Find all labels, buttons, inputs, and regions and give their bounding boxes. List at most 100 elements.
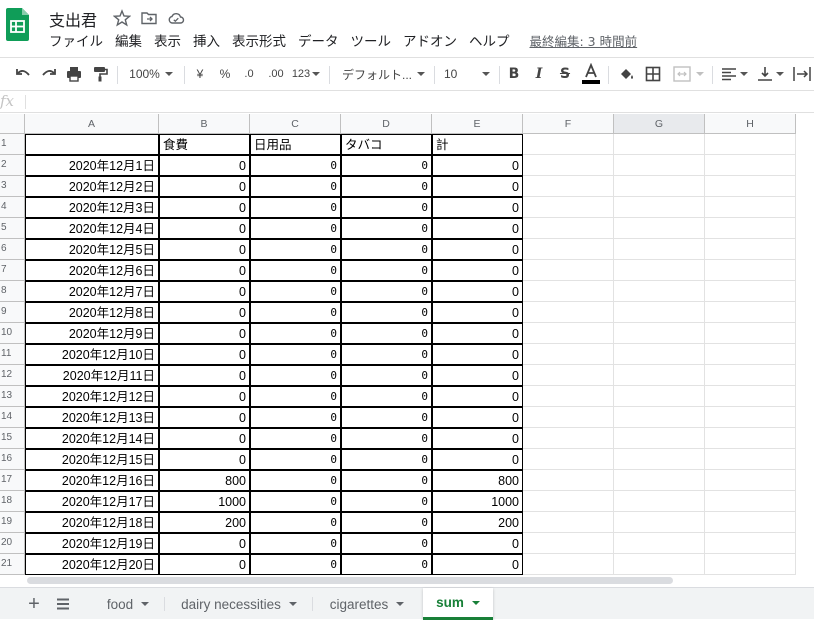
cell-c18[interactable]: 0 bbox=[250, 491, 341, 512]
percent-format-button[interactable]: % bbox=[217, 58, 233, 90]
cell-h21[interactable] bbox=[705, 554, 796, 575]
sheet-tab-dairy-necessities[interactable]: dairy necessities bbox=[166, 588, 312, 620]
cell-g15[interactable] bbox=[614, 428, 705, 449]
cell-h12[interactable] bbox=[705, 365, 796, 386]
cell-f20[interactable] bbox=[523, 533, 614, 554]
cell-h19[interactable] bbox=[705, 512, 796, 533]
decrease-decimal-button[interactable]: .0 bbox=[239, 58, 259, 90]
column-header-e[interactable]: E bbox=[432, 114, 523, 134]
increase-decimal-button[interactable]: .00 bbox=[264, 58, 288, 90]
cell-f14[interactable] bbox=[523, 407, 614, 428]
row-header[interactable]: 3 bbox=[0, 176, 25, 197]
row-header[interactable]: 4 bbox=[0, 197, 25, 218]
menu-edit[interactable]: 編集 bbox=[115, 31, 142, 53]
cell-a7[interactable]: 2020年12月6日 bbox=[25, 260, 159, 281]
cell-a1[interactable] bbox=[25, 134, 159, 155]
cell-d2[interactable]: 0 bbox=[341, 155, 432, 176]
cell-f3[interactable] bbox=[523, 176, 614, 197]
cell-d10[interactable]: 0 bbox=[341, 323, 432, 344]
cell-d13[interactable]: 0 bbox=[341, 386, 432, 407]
all-sheets-button[interactable] bbox=[52, 588, 74, 620]
text-color-button[interactable] bbox=[581, 58, 601, 90]
sheet-tab-food[interactable]: food bbox=[92, 588, 164, 620]
cell-h5[interactable] bbox=[705, 218, 796, 239]
row-header[interactable]: 15 bbox=[0, 428, 25, 449]
cell-g10[interactable] bbox=[614, 323, 705, 344]
document-title[interactable]: 支出君 bbox=[49, 7, 97, 31]
menu-help[interactable]: ヘルプ bbox=[469, 31, 510, 53]
row-header[interactable]: 2 bbox=[0, 155, 25, 176]
undo-button[interactable] bbox=[12, 58, 34, 90]
cell-h11[interactable] bbox=[705, 344, 796, 365]
cell-f17[interactable] bbox=[523, 470, 614, 491]
cell-f19[interactable] bbox=[523, 512, 614, 533]
last-edit-link[interactable]: 最終編集: 3 時間前 bbox=[530, 31, 638, 53]
row-header[interactable]: 21 bbox=[0, 554, 25, 575]
cell-g21[interactable] bbox=[614, 554, 705, 575]
cell-d12[interactable]: 0 bbox=[341, 365, 432, 386]
cell-a13[interactable]: 2020年12月12日 bbox=[25, 386, 159, 407]
cell-d15[interactable]: 0 bbox=[341, 428, 432, 449]
horizontal-align-button[interactable] bbox=[719, 58, 749, 90]
cell-g17[interactable] bbox=[614, 470, 705, 491]
cell-a8[interactable]: 2020年12月7日 bbox=[25, 281, 159, 302]
cell-h17[interactable] bbox=[705, 470, 796, 491]
cell-c3[interactable]: 0 bbox=[250, 176, 341, 197]
cell-a15[interactable]: 2020年12月14日 bbox=[25, 428, 159, 449]
cell-g20[interactable] bbox=[614, 533, 705, 554]
cell-d19[interactable]: 0 bbox=[341, 512, 432, 533]
cell-h1[interactable] bbox=[705, 134, 796, 155]
cell-d8[interactable]: 0 bbox=[341, 281, 432, 302]
cell-d20[interactable]: 0 bbox=[341, 533, 432, 554]
cell-g14[interactable] bbox=[614, 407, 705, 428]
cell-e21[interactable]: 0 bbox=[432, 554, 523, 575]
cell-d21[interactable]: 0 bbox=[341, 554, 432, 575]
row-header[interactable]: 20 bbox=[0, 533, 25, 554]
cell-b12[interactable]: 0 bbox=[159, 365, 250, 386]
vertical-align-button[interactable] bbox=[755, 58, 785, 90]
cell-d4[interactable]: 0 bbox=[341, 197, 432, 218]
row-header[interactable]: 11 bbox=[0, 344, 25, 365]
text-wrap-button[interactable] bbox=[790, 58, 814, 90]
cell-g16[interactable] bbox=[614, 449, 705, 470]
column-header-c[interactable]: C bbox=[250, 114, 341, 134]
font-family-select[interactable]: デフォルト... bbox=[338, 58, 428, 90]
row-header[interactable]: 5 bbox=[0, 218, 25, 239]
cell-h6[interactable] bbox=[705, 239, 796, 260]
cell-c10[interactable]: 0 bbox=[250, 323, 341, 344]
cell-e5[interactable]: 0 bbox=[432, 218, 523, 239]
cell-a21[interactable]: 2020年12月20日 bbox=[25, 554, 159, 575]
cell-h9[interactable] bbox=[705, 302, 796, 323]
row-header[interactable]: 10 bbox=[0, 323, 25, 344]
cell-f10[interactable] bbox=[523, 323, 614, 344]
row-header[interactable]: 9 bbox=[0, 302, 25, 323]
cell-c9[interactable]: 0 bbox=[250, 302, 341, 323]
cell-c4[interactable]: 0 bbox=[250, 197, 341, 218]
star-icon[interactable] bbox=[113, 9, 131, 27]
cell-b11[interactable]: 0 bbox=[159, 344, 250, 365]
cell-e8[interactable]: 0 bbox=[432, 281, 523, 302]
cell-g9[interactable] bbox=[614, 302, 705, 323]
cell-d5[interactable]: 0 bbox=[341, 218, 432, 239]
cell-d16[interactable]: 0 bbox=[341, 449, 432, 470]
cell-e6[interactable]: 0 bbox=[432, 239, 523, 260]
cell-c16[interactable]: 0 bbox=[250, 449, 341, 470]
cell-c8[interactable]: 0 bbox=[250, 281, 341, 302]
cell-e15[interactable]: 0 bbox=[432, 428, 523, 449]
row-header[interactable]: 14 bbox=[0, 407, 25, 428]
cell-h14[interactable] bbox=[705, 407, 796, 428]
cell-g5[interactable] bbox=[614, 218, 705, 239]
menu-format[interactable]: 表示形式 bbox=[232, 31, 286, 53]
merge-cells-button[interactable] bbox=[670, 58, 706, 90]
cell-b9[interactable]: 0 bbox=[159, 302, 250, 323]
cell-b10[interactable]: 0 bbox=[159, 323, 250, 344]
cell-h20[interactable] bbox=[705, 533, 796, 554]
cell-d3[interactable]: 0 bbox=[341, 176, 432, 197]
cell-a6[interactable]: 2020年12月5日 bbox=[25, 239, 159, 260]
cell-e12[interactable]: 0 bbox=[432, 365, 523, 386]
cell-b20[interactable]: 0 bbox=[159, 533, 250, 554]
cell-f4[interactable] bbox=[523, 197, 614, 218]
cell-c20[interactable]: 0 bbox=[250, 533, 341, 554]
cell-f6[interactable] bbox=[523, 239, 614, 260]
cell-e9[interactable]: 0 bbox=[432, 302, 523, 323]
